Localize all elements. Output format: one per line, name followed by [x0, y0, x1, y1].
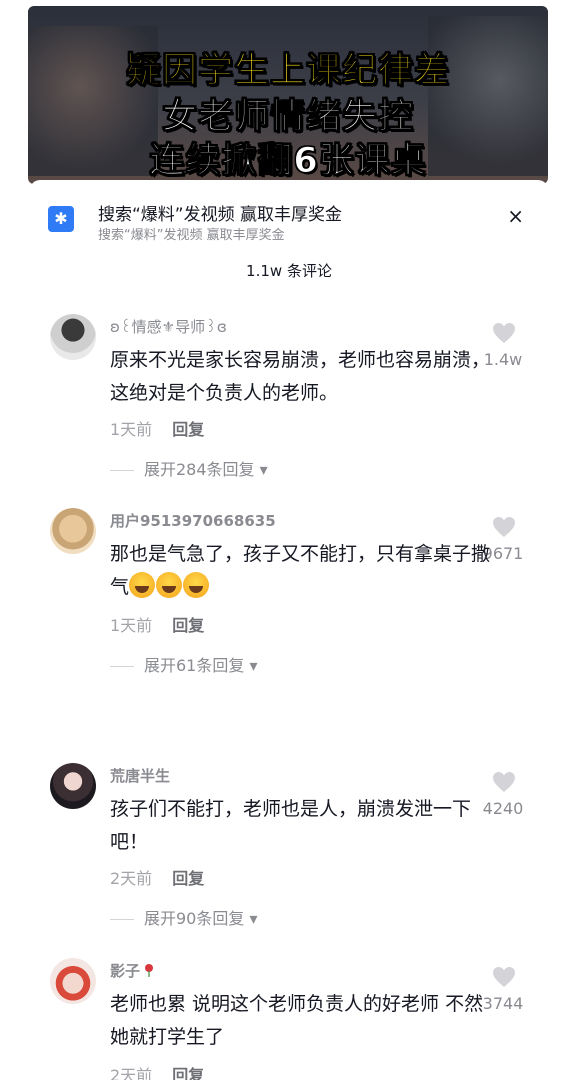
- heart-icon[interactable]: [492, 322, 516, 344]
- laugh-cry-emoji-icon: [183, 572, 210, 598]
- comment-username[interactable]: ʚ꒰情感⚜导师꒱ɞ: [110, 316, 227, 337]
- comment-time: 2天前: [110, 1066, 153, 1080]
- heart-icon[interactable]: [492, 966, 516, 988]
- comments-sheet: ✱ 搜索“爆料”发视频 赢取丰厚奖金 搜索“爆料”发视频 赢取丰厚奖金 × 1.…: [30, 180, 548, 1080]
- divider: [110, 919, 134, 920]
- search-promo-subtitle: 搜索“爆料”发视频 赢取丰厚奖金: [98, 228, 285, 243]
- expand-replies-label[interactable]: 展开90条回复 ▾: [144, 909, 257, 928]
- comment-time: 1天前: [110, 616, 153, 635]
- heart-icon[interactable]: [492, 771, 516, 793]
- comment-meta: 1天前 回复: [110, 612, 204, 636]
- expand-replies[interactable]: 展开284条回复 ▾: [110, 456, 268, 480]
- video-thumbnail[interactable]: 疑因学生上课纪律差 女老师情绪失控 连续掀翻6张课桌: [28, 6, 548, 184]
- search-promo-title[interactable]: 搜索“爆料”发视频 赢取丰厚奖金: [98, 200, 342, 225]
- search-logo-icon: ✱: [48, 206, 74, 232]
- comment-username[interactable]: 荒唐半生: [110, 765, 170, 786]
- search-promo-bar[interactable]: ✱ 搜索“爆料”发视频 赢取丰厚奖金 搜索“爆料”发视频 赢取丰厚奖金 ×: [48, 198, 528, 243]
- laugh-cry-emoji-icon: [129, 572, 156, 598]
- comment-text: 那也是气急了，孩子又不能打，只有拿桌子撒气: [110, 538, 490, 604]
- expand-replies[interactable]: 展开90条回复 ▾: [110, 905, 257, 929]
- divider: [110, 666, 134, 667]
- comment-meta: 1天前 回复: [110, 416, 204, 440]
- avatar[interactable]: [50, 314, 96, 360]
- comment-time: 2天前: [110, 869, 153, 888]
- reply-button[interactable]: 回复: [172, 420, 204, 439]
- comment-meta: 2天前 回复: [110, 1062, 204, 1080]
- comment-text: 原来不光是家长容易崩溃，老师也容易崩溃，这绝对是个负责人的老师。: [110, 349, 491, 404]
- comment-meta: 2天前 回复: [110, 865, 204, 889]
- comment-time: 1天前: [110, 420, 153, 439]
- comment-username[interactable]: 影子: [110, 960, 156, 981]
- comment-username[interactable]: 用户9513970668635: [110, 510, 276, 531]
- reply-button[interactable]: 回复: [172, 1066, 204, 1080]
- video-caption-line-1: 疑因学生上课纪律差: [125, 51, 450, 92]
- comment-text: 孩子们不能打，老师也是人，崩溃发泄一下吧！: [110, 798, 472, 853]
- avatar[interactable]: [50, 508, 96, 554]
- divider: [110, 470, 134, 471]
- close-icon[interactable]: ×: [507, 204, 524, 228]
- rose-icon: [145, 964, 154, 977]
- comment-username-text[interactable]: 影子: [110, 962, 140, 980]
- video-caption-line-3: 连续掀翻6张课桌: [149, 141, 427, 182]
- heart-icon[interactable]: [492, 516, 516, 538]
- comment-count: 1.1w 条评论: [246, 262, 332, 280]
- reply-button[interactable]: 回复: [172, 869, 204, 888]
- comment-text: 老师也累 说明这个老师负责人的好老师 不然她就打学生了: [110, 993, 484, 1048]
- expand-replies-label[interactable]: 展开61条回复 ▾: [144, 656, 257, 675]
- avatar[interactable]: [50, 763, 96, 809]
- laugh-cry-emoji-icon: [156, 572, 183, 598]
- reply-button[interactable]: 回复: [172, 616, 204, 635]
- expand-replies-label[interactable]: 展开284条回复 ▾: [144, 460, 268, 479]
- expand-replies[interactable]: 展开61条回复 ▾: [110, 652, 257, 676]
- avatar[interactable]: [50, 958, 96, 1004]
